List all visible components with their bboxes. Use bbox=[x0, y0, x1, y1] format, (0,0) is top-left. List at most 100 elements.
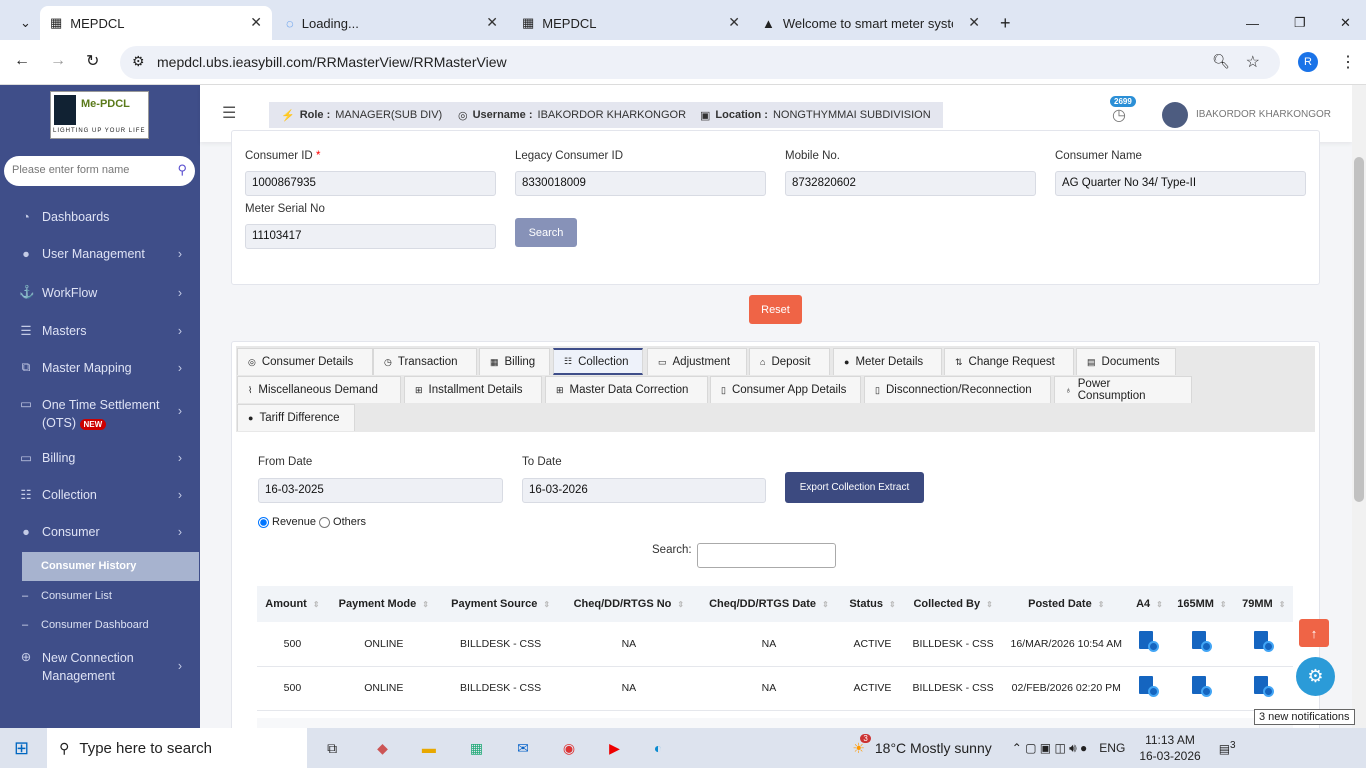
profile-avatar[interactable]: R bbox=[1298, 52, 1318, 72]
print-receipt-a4-icon[interactable] bbox=[1139, 631, 1160, 653]
sidebar-item-billing[interactable]: ▭ Billing › bbox=[0, 450, 200, 466]
sidebar-item-ots[interactable]: ▭ One Time Settlement (OTS) NEW › bbox=[0, 396, 200, 432]
file-explorer-icon[interactable]: ▬ bbox=[422, 740, 436, 756]
sidebar-item-new-connection[interactable]: ⊕ New Connection Management › bbox=[0, 649, 200, 685]
weather-text[interactable]: 18°C Mostly sunny bbox=[875, 740, 992, 756]
tab-consumer-app-details[interactable]: ▯ Consumer App Details bbox=[710, 376, 861, 403]
minimize-button[interactable]: — bbox=[1236, 6, 1269, 40]
close-tab-icon[interactable]: ✕ bbox=[728, 14, 740, 31]
close-tab-icon[interactable]: ✕ bbox=[968, 14, 980, 31]
others-radio[interactable] bbox=[319, 516, 331, 528]
scroll-top-button[interactable]: ↑ bbox=[1299, 619, 1329, 647]
column-header[interactable]: A4 ⇕ bbox=[1129, 586, 1170, 622]
copilot-icon[interactable]: ◆ bbox=[377, 740, 388, 757]
sidebar-item-workflow[interactable]: ⚓ WorkFlow › bbox=[0, 285, 200, 300]
reload-icon[interactable]: ↻ bbox=[86, 51, 99, 71]
tab-tariff-difference[interactable]: ● Tariff Difference bbox=[237, 404, 355, 431]
sidebar-subitem-consumer-dashboard[interactable]: Consumer Dashboard bbox=[41, 619, 149, 631]
tab-installment-details[interactable]: ⊞ Installment Details bbox=[404, 376, 542, 403]
column-header[interactable]: Payment Source ⇕ bbox=[439, 586, 562, 622]
sidebar-item-user-management[interactable]: ● User Management › bbox=[0, 247, 200, 261]
close-tab-icon[interactable]: ✕ bbox=[250, 14, 262, 31]
sidebar-item-consumer[interactable]: ● Consumer › bbox=[0, 525, 200, 539]
browser-tab[interactable]: ▲ Welcome to smart meter systen ✕ bbox=[752, 6, 990, 40]
sidebar-item-master-mapping[interactable]: ⧉ Master Mapping › bbox=[0, 360, 200, 375]
tab-adjustment[interactable]: ▭ Adjustment bbox=[647, 348, 747, 375]
meter-serial-input[interactable]: 11103417 bbox=[245, 224, 496, 249]
tab-change-request[interactable]: ⇅ Change Request bbox=[944, 348, 1074, 375]
weather-icon[interactable]: ☀ 3 bbox=[852, 733, 871, 757]
sidebar-item-masters[interactable]: ☰ Masters › bbox=[0, 323, 200, 339]
to-date-input[interactable]: 16-03-2026 bbox=[522, 478, 766, 503]
sidebar-subitem-consumer-history[interactable]: Consumer History bbox=[22, 552, 199, 581]
close-tab-icon[interactable]: ✕ bbox=[486, 14, 498, 31]
tab-master-data-correction[interactable]: ⊞ Master Data Correction bbox=[545, 376, 708, 403]
print-receipt-a4-icon[interactable] bbox=[1139, 675, 1160, 698]
clock[interactable]: 11:13 AM 16-03-2026 bbox=[1139, 732, 1200, 764]
site-info-icon[interactable]: ⚙ bbox=[132, 53, 145, 70]
table-search-input[interactable] bbox=[697, 543, 836, 568]
tab-miscellaneous-demand[interactable]: ⌇ Miscellaneous Demand bbox=[237, 376, 401, 403]
tab-list-button[interactable]: ⌄ bbox=[10, 6, 36, 40]
consumer-name-input[interactable]: AG Quarter No 34/ Type-II bbox=[1055, 171, 1306, 196]
consumer-id-input[interactable]: 1000867935 bbox=[245, 171, 496, 196]
tab-disconnection-reconnection[interactable]: ▯ Disconnection/Reconnection bbox=[864, 376, 1051, 403]
sidebar-subitem-consumer-list[interactable]: Consumer List bbox=[41, 590, 112, 602]
tab-transaction[interactable]: ◷ Transaction bbox=[373, 348, 477, 375]
task-view-icon[interactable]: ⧉ bbox=[327, 740, 337, 757]
taskbar-search[interactable]: ⚲ Type here to search bbox=[47, 728, 308, 768]
from-date-input[interactable]: 16-03-2025 bbox=[258, 478, 503, 503]
tab-deposit[interactable]: ⌂ Deposit bbox=[749, 348, 830, 375]
search-icon[interactable]: ⚲ bbox=[177, 162, 187, 178]
sidebar-item-collection[interactable]: ☷ Collection › bbox=[0, 487, 200, 503]
tab-power-consumption[interactable]: ♁ Power Consumption bbox=[1054, 376, 1192, 403]
url-input[interactable]: ⚙ mepdcl.ubs.ieasybill.com/RRMasterView/R… bbox=[120, 46, 1280, 79]
column-header[interactable]: Status ⇕ bbox=[841, 586, 904, 622]
mobile-input[interactable]: 8732820602 bbox=[785, 171, 1036, 196]
clock-icon[interactable]: ◷ bbox=[1112, 105, 1126, 125]
forward-icon[interactable]: → bbox=[50, 52, 66, 70]
windows-start-icon[interactable]: ⊞ bbox=[14, 738, 29, 759]
youtube-icon[interactable]: ▶ bbox=[609, 740, 620, 757]
store-icon[interactable]: ▦ bbox=[470, 740, 483, 757]
chrome-icon[interactable]: ◉ bbox=[563, 740, 575, 757]
user-name[interactable]: IBAKORDOR KHARKONGOR bbox=[1196, 109, 1331, 120]
column-header[interactable]: Posted Date ⇕ bbox=[1002, 586, 1130, 622]
column-header[interactable]: Cheq/DD/RTGS Date ⇕ bbox=[696, 586, 842, 622]
legacy-id-input[interactable]: 8330018009 bbox=[515, 171, 766, 196]
zoom-icon[interactable]: 🔍︎ bbox=[1212, 53, 1230, 70]
new-tab-button[interactable]: + bbox=[990, 6, 1021, 40]
tab-consumer-details[interactable]: ◎ Consumer Details bbox=[237, 348, 373, 375]
browser-tab[interactable]: ▦ MEPDCL ✕ bbox=[512, 6, 750, 40]
tab-billing[interactable]: ▦ Billing bbox=[479, 348, 550, 375]
tab-meter-details[interactable]: ● Meter Details bbox=[833, 348, 942, 375]
print-receipt-165mm-icon[interactable] bbox=[1191, 675, 1212, 698]
system-tray-icons[interactable]: ⌃ ▢ ▣ ◫ 🔊︎ ● bbox=[1012, 741, 1088, 756]
print-receipt-79mm-icon[interactable] bbox=[1253, 675, 1274, 698]
tab-documents[interactable]: ▤ Documents bbox=[1076, 348, 1176, 375]
column-header[interactable]: 165MM ⇕ bbox=[1169, 586, 1235, 622]
column-header[interactable]: Amount ⇕ bbox=[257, 586, 328, 622]
column-header[interactable]: Cheq/DD/RTGS No ⇕ bbox=[561, 586, 697, 622]
column-header[interactable]: Collected By ⇕ bbox=[903, 586, 1003, 622]
menu-icon[interactable]: ⋮ bbox=[1340, 52, 1356, 72]
search-button[interactable]: Search bbox=[515, 218, 577, 247]
print-receipt-165mm-icon[interactable] bbox=[1191, 631, 1212, 653]
print-receipt-79mm-icon[interactable] bbox=[1253, 631, 1274, 653]
close-window-button[interactable]: ✕ bbox=[1330, 6, 1361, 40]
bookmark-star-icon[interactable]: ☆ bbox=[1246, 52, 1260, 72]
edge-icon[interactable]: ◐ bbox=[654, 740, 662, 756]
maximize-button[interactable]: ❐ bbox=[1284, 6, 1316, 40]
tab-collection[interactable]: ☷ Collection bbox=[553, 348, 643, 375]
column-header[interactable]: Payment Mode ⇕ bbox=[327, 586, 440, 622]
language-indicator[interactable]: ENG bbox=[1099, 741, 1125, 755]
back-icon[interactable]: ← bbox=[14, 52, 30, 70]
sidebar-item-dashboards[interactable]: ◔ Dashboards bbox=[0, 210, 200, 224]
avatar[interactable] bbox=[1162, 102, 1188, 128]
notification-center-icon[interactable]: ▤3 bbox=[1219, 740, 1236, 756]
browser-tab[interactable]: ◌ Loading... ✕ bbox=[276, 6, 508, 40]
export-collection-button[interactable]: Export Collection Extract bbox=[785, 472, 924, 503]
scrollbar[interactable] bbox=[1352, 85, 1366, 728]
column-header[interactable]: 79MM ⇕ bbox=[1234, 586, 1293, 622]
hamburger-menu-icon[interactable]: ☰ bbox=[222, 103, 236, 123]
